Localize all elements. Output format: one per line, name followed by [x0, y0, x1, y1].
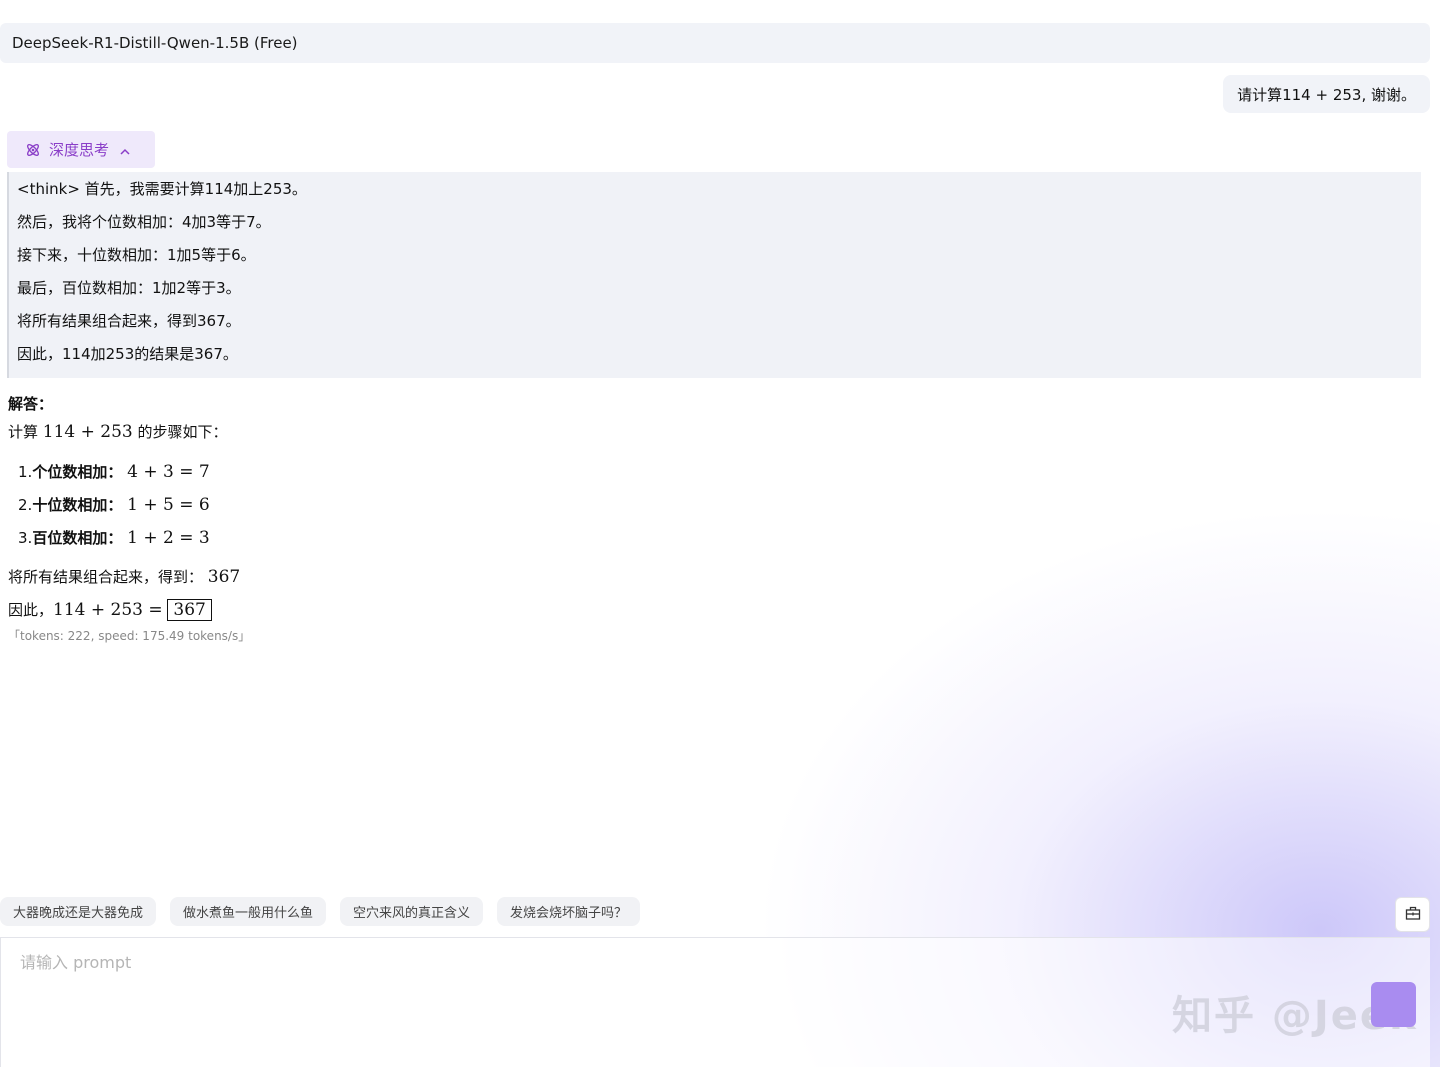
conclusion-text: 因此， [8, 601, 54, 619]
user-message-bubble: 请计算114 + 253, 谢谢。 [1223, 75, 1430, 113]
think-line: 因此，114加253的结果是367。 [17, 345, 238, 363]
token-stats: 「tokens: 222, speed: 175.49 tokens/s」 [8, 629, 251, 643]
think-line: <think> 首先，我需要计算114加上253。 [17, 180, 307, 198]
think-line: 最后，百位数相加：1加2等于3。 [17, 279, 241, 297]
deep-think-toggle[interactable]: 深度思考 [7, 131, 155, 168]
combine-text: 将所有结果组合起来，得到： [8, 568, 204, 586]
combine-line: 将所有结果组合起来，得到： 367 [8, 566, 250, 599]
step-math: 4 + 3 = 7 [127, 462, 210, 482]
suggestion-chip[interactable]: 发烧会烧坏脑子吗？ [497, 897, 641, 926]
model-name: DeepSeek-R1-Distill-Qwen-1.5B (Free) [12, 34, 298, 52]
answer-heading: 解答： [8, 395, 54, 413]
chevron-up-icon [119, 144, 131, 156]
step-math: 1 + 2 = 3 [127, 528, 210, 548]
step-item: 3.百位数相加： 1 + 2 = 3 [8, 527, 250, 560]
suggestion-chip[interactable]: 做水煮鱼一般用什么鱼 [170, 897, 327, 926]
suggestion-chip[interactable]: 大器晚成还是大器免成 [0, 897, 157, 926]
suggestion-chip[interactable]: 空穴来风的真正含义 [340, 897, 484, 926]
step-number: 2. [18, 496, 33, 514]
toolbox-icon [1405, 905, 1421, 925]
step-item: 2.十位数相加： 1 + 5 = 6 [8, 494, 250, 527]
think-content: <think> 首先，我需要计算114加上253。 然后，我将个位数相加：4加3… [7, 172, 1421, 378]
user-message-text: 请计算114 + 253, 谢谢。 [1237, 85, 1416, 104]
atom-icon [25, 142, 41, 158]
step-math: 1 + 5 = 6 [127, 495, 210, 515]
model-selector[interactable]: DeepSeek-R1-Distill-Qwen-1.5B (Free) [0, 23, 1430, 63]
steps-list: 1.个位数相加： 4 + 3 = 7 2.十位数相加： 1 + 5 = 6 3.… [8, 461, 250, 560]
step-number: 3. [18, 529, 33, 547]
toolbox-button[interactable] [1395, 897, 1430, 932]
think-line: 然后，我将个位数相加：4加3等于7。 [17, 213, 271, 231]
step-number: 1. [18, 463, 33, 481]
think-line: 将所有结果组合起来，得到367。 [17, 312, 241, 330]
boxed-result: 367 [167, 599, 212, 621]
send-button[interactable] [1371, 982, 1416, 1027]
intro-prefix: 计算 [8, 423, 43, 441]
conclusion-math: 114 + 253 = [53, 600, 163, 620]
step-label: 百位数相加： [32, 529, 123, 547]
assistant-answer: 解答： 计算 114 + 253 的步骤如下： 1.个位数相加： 4 + 3 =… [8, 393, 250, 644]
think-line: 接下来，十位数相加：1加5等于6。 [17, 246, 256, 264]
deep-think-label: 深度思考 [49, 141, 110, 159]
suggestion-chips: 大器晚成还是大器免成 做水煮鱼一般用什么鱼 空穴来风的真正含义 发烧会烧坏脑子吗… [0, 897, 641, 926]
step-label: 十位数相加： [32, 496, 123, 514]
step-item: 1.个位数相加： 4 + 3 = 7 [8, 461, 250, 494]
step-label: 个位数相加： [32, 463, 123, 481]
intro-suffix: 的步骤如下： [132, 423, 228, 441]
intro-math: 114 + 253 [42, 422, 133, 442]
combine-math: 367 [207, 567, 241, 587]
answer-intro: 计算 114 + 253 的步骤如下： [8, 421, 250, 461]
prompt-input[interactable] [18, 948, 1322, 976]
